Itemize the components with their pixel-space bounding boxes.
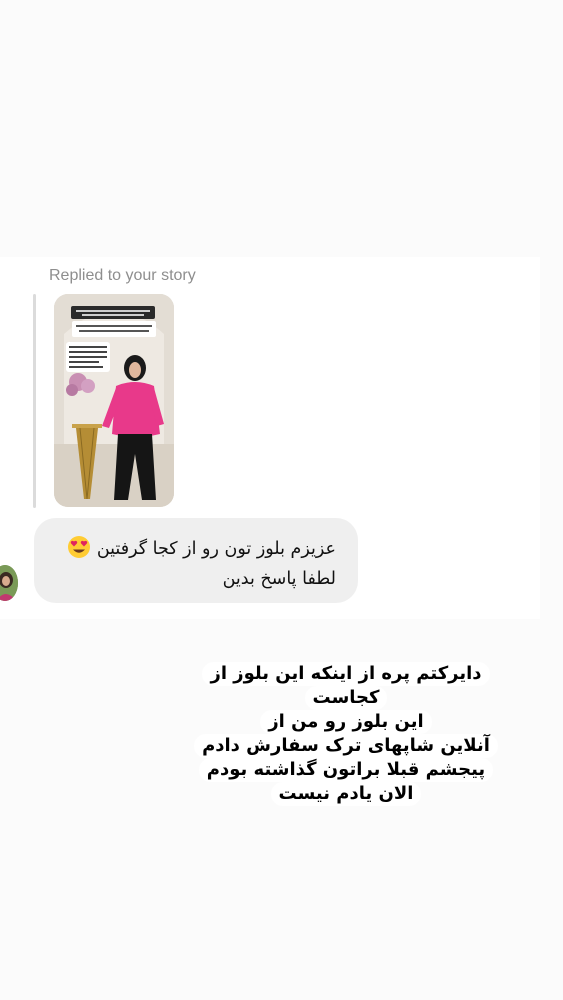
reply-indicator-bar (33, 294, 36, 508)
message-text-1: عزیزم بلوز تون رو از کجا گرفتین (96, 539, 336, 559)
story-image (54, 294, 174, 507)
caption-line: این بلوز رو من از (260, 710, 432, 734)
story-thumbnail[interactable] (54, 294, 174, 507)
caption-line: پیجشم قبلا براتون گذاشته بودم (198, 758, 494, 782)
story-caption: دایرکتم پره از اینکه این بلوز از کجاست ا… (190, 662, 502, 806)
message-line-2: لطفا پاسخ بدین (222, 569, 336, 589)
heart-eyes-emoji-icon (68, 536, 91, 558)
message-bubble[interactable]: عزیزم بلوز تون رو از کجا گرفتین لطفا پاس… (34, 518, 358, 603)
caption-line: آنلاین شاپهای ترک سفارش دادم (194, 734, 498, 758)
replied-to-story-label: Replied to your story (49, 267, 196, 284)
caption-line: دایرکتم پره از اینکه این بلوز از (202, 662, 490, 686)
caption-line: الان یادم نیست (270, 782, 422, 806)
caption-line: کجاست (304, 686, 388, 710)
message-line-1: عزیزم بلوز تون رو از کجا گرفتین (50, 534, 336, 564)
